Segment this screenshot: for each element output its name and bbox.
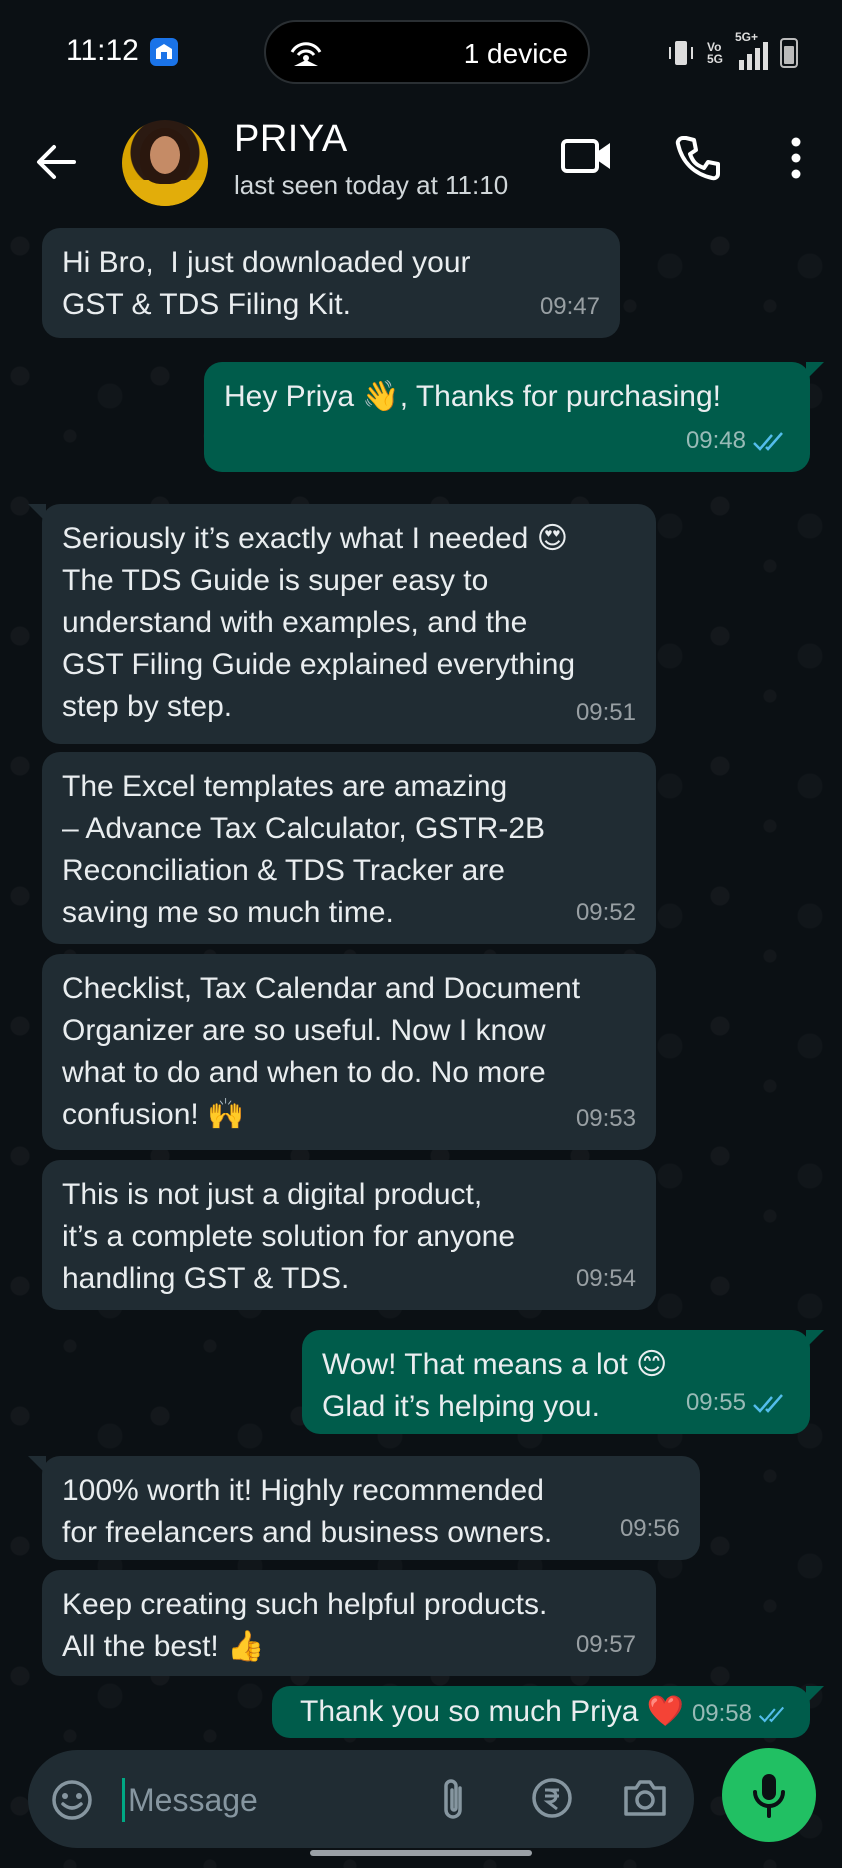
phone-icon[interactable] xyxy=(674,134,722,187)
mic-icon xyxy=(753,1774,785,1818)
message-time: 09:57 xyxy=(575,1631,636,1658)
message-incoming[interactable]: Keep creating such helpful products. All… xyxy=(42,1570,656,1676)
message-time: 09:54 xyxy=(575,1265,636,1292)
last-seen-status: last seen today at 11:10 xyxy=(234,170,509,200)
hotspot-devices: 1 device xyxy=(463,38,568,69)
home-indicator xyxy=(310,1850,532,1856)
message-composer xyxy=(28,1750,694,1848)
hotspot-pill[interactable]: 1 device xyxy=(264,20,590,84)
status-icons: Vo 5G 5G+ xyxy=(667,30,798,70)
message-time: 09:51 xyxy=(575,699,636,726)
message-text: Keep creating such helpful products. All… xyxy=(62,1588,548,1663)
message-meta: 09:55 xyxy=(686,1382,790,1424)
message-incoming[interactable]: 100% worth it! Highly recommended for fr… xyxy=(28,1456,700,1560)
message-outgoing[interactable]: Hey Priya 👋, Thanks for purchasing! 09:4… xyxy=(204,362,824,472)
camera-icon[interactable] xyxy=(622,1776,668,1823)
network-type-label: 5G+ xyxy=(735,30,759,44)
chat-header: PRIYA last seen today at 11:10 xyxy=(0,106,842,226)
emoji-icon[interactable] xyxy=(50,1778,94,1827)
volte-label: Vo 5G xyxy=(707,40,724,66)
message-time: 09:53 xyxy=(575,1105,636,1132)
message-incoming[interactable]: The Excel templates are amazing – Advanc… xyxy=(42,752,656,944)
message-text: Checklist, Tax Calendar and Document Org… xyxy=(62,972,581,1131)
message-outgoing[interactable]: Thank you so much Priya ❤️ 09:58 xyxy=(272,1686,824,1738)
message-text: This is not just a digital product, it’s… xyxy=(62,1178,516,1295)
message-time: 09:58 xyxy=(691,1700,752,1727)
more-vert-icon[interactable] xyxy=(790,136,802,185)
battery-icon xyxy=(780,38,798,68)
arrow-left-icon[interactable] xyxy=(34,140,78,189)
message-text: 100% worth it! Highly recommended for fr… xyxy=(62,1474,553,1549)
status-bar: 11:12 1 device Vo 5G 5G+ xyxy=(0,0,842,106)
message-incoming[interactable]: Seriously it’s exactly what I needed 😍 T… xyxy=(28,504,656,744)
message-incoming[interactable]: This is not just a digital product, it’s… xyxy=(42,1160,656,1310)
message-time: 09:48 xyxy=(685,427,746,454)
attach-icon[interactable] xyxy=(438,1776,470,1827)
message-meta: 09:58 xyxy=(692,1694,790,1734)
read-ticks-icon xyxy=(758,1706,785,1723)
message-meta: 09:48 xyxy=(686,420,790,462)
hotspot-icon xyxy=(286,38,326,73)
message-text: Hi Bro, I just downloaded your GST & TDS… xyxy=(62,246,471,321)
app-notification-icon xyxy=(150,38,178,66)
message-time: 09:52 xyxy=(575,899,636,926)
message-outgoing[interactable]: Wow! That means a lot 😊 Glad it’s helpin… xyxy=(302,1330,824,1434)
message-time: 09:47 xyxy=(539,293,600,320)
message-incoming[interactable]: Checklist, Tax Calendar and Document Org… xyxy=(42,954,656,1150)
rupee-icon[interactable] xyxy=(530,1776,574,1825)
avatar[interactable] xyxy=(122,120,208,206)
message-text: The Excel templates are amazing – Advanc… xyxy=(62,770,546,929)
status-time: 11:12 xyxy=(66,34,139,67)
message-input[interactable] xyxy=(126,1772,450,1828)
message-time: 09:55 xyxy=(685,1389,746,1416)
video-call-icon[interactable] xyxy=(560,134,614,183)
text-caret xyxy=(122,1778,125,1822)
read-ticks-icon xyxy=(753,1393,783,1413)
contact-name[interactable]: PRIYA xyxy=(234,118,348,161)
message-text: Seriously it’s exactly what I needed 😍 T… xyxy=(62,522,576,723)
read-ticks-icon xyxy=(753,431,783,451)
vibrate-icon xyxy=(669,41,693,65)
message-text: Hey Priya 👋, Thanks for purchasing! xyxy=(224,380,722,413)
signal-icon: 5G+ xyxy=(735,30,768,70)
message-incoming[interactable]: Hi Bro, I just downloaded your GST & TDS… xyxy=(42,228,620,338)
message-time: 09:56 xyxy=(619,1515,680,1542)
mic-button[interactable] xyxy=(722,1748,816,1842)
